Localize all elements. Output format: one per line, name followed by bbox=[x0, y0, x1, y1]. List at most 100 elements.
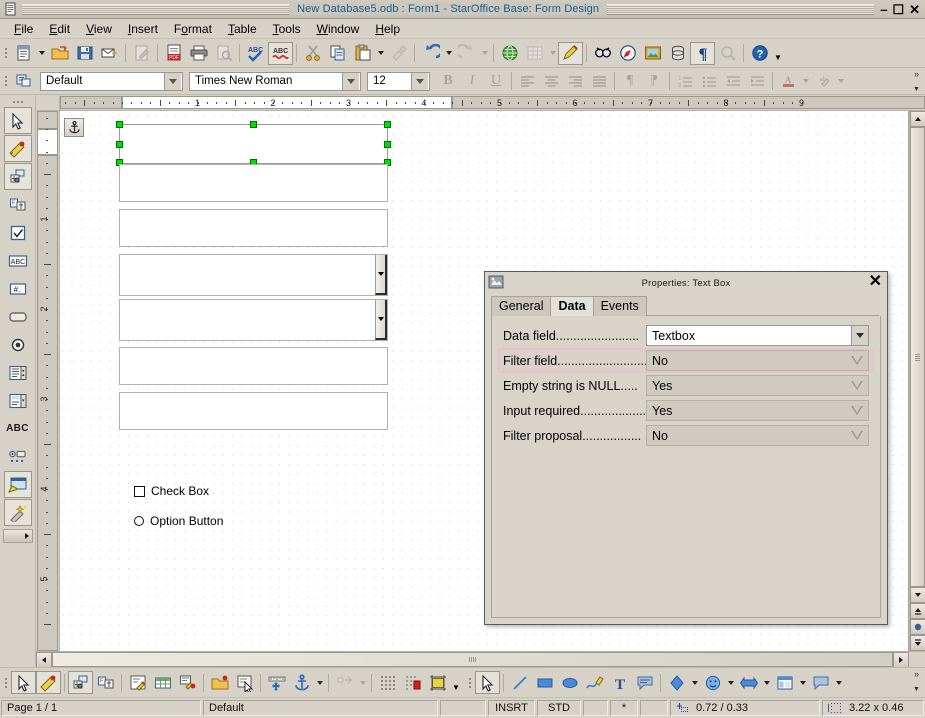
status-insert-mode[interactable]: INSRT bbox=[488, 700, 535, 716]
help-icon[interactable]: ? bbox=[747, 42, 772, 65]
next-page-button[interactable] bbox=[910, 635, 925, 651]
drawing-toolbar-overflow-icon[interactable]: » ▼ bbox=[910, 669, 923, 693]
design-mode-icon[interactable] bbox=[4, 135, 32, 162]
selection-handle[interactable] bbox=[116, 121, 123, 128]
position-size-icon[interactable] bbox=[264, 671, 289, 694]
previous-page-button[interactable] bbox=[910, 603, 925, 619]
font-name-combo[interactable]: Times New Roman bbox=[189, 72, 361, 91]
status-object-size[interactable]: 3.22 x 0.46 bbox=[822, 700, 924, 716]
cut-icon[interactable] bbox=[300, 42, 325, 65]
text-box-control[interactable] bbox=[119, 124, 388, 164]
anchor-icon[interactable] bbox=[64, 118, 84, 137]
save-icon[interactable] bbox=[72, 42, 97, 65]
form-properties-icon[interactable]: F bbox=[93, 671, 118, 694]
anchor-dropdown-icon[interactable] bbox=[314, 671, 325, 694]
copy-icon[interactable] bbox=[325, 42, 350, 65]
control-properties-icon[interactable] bbox=[4, 163, 32, 190]
selection-handle[interactable] bbox=[384, 141, 391, 148]
minimize-button[interactable]: – bbox=[880, 3, 887, 16]
navigator-icon[interactable] bbox=[615, 42, 640, 65]
vertical-ruler[interactable]: 12345 bbox=[36, 111, 60, 651]
status-page[interactable]: Page 1 / 1 bbox=[1, 700, 201, 716]
form-design-toolbar-drag-handle[interactable] bbox=[1, 672, 10, 694]
formatting-toolbar-overflow-icon[interactable]: » ▼ bbox=[910, 69, 923, 93]
callout-shapes-icon[interactable] bbox=[808, 671, 833, 694]
automatic-focus-icon[interactable] bbox=[232, 671, 257, 694]
form-controls-expand-icon[interactable] bbox=[3, 529, 33, 543]
change-anchor-icon[interactable] bbox=[289, 671, 314, 694]
undo-dropdown-icon[interactable] bbox=[443, 42, 454, 65]
basic-shapes-dropdown-icon[interactable] bbox=[689, 671, 700, 694]
wizards-on-off-icon[interactable] bbox=[4, 499, 32, 526]
display-grid-icon[interactable] bbox=[375, 671, 400, 694]
block-arrows-dropdown-icon[interactable] bbox=[761, 671, 772, 694]
select-tool-icon[interactable] bbox=[4, 107, 32, 134]
new-document-icon[interactable] bbox=[11, 42, 36, 65]
block-arrows-icon[interactable] bbox=[736, 671, 761, 694]
menu-item-file[interactable]: File bbox=[6, 20, 41, 38]
export-pdf-icon[interactable]: PDF bbox=[161, 42, 186, 65]
more-controls-icon[interactable] bbox=[4, 443, 32, 470]
undo-icon[interactable] bbox=[418, 42, 443, 65]
status-selection-mode[interactable]: STD bbox=[537, 700, 581, 716]
filter-proposal-listbox[interactable]: No bbox=[646, 425, 869, 446]
numeric-field-control[interactable] bbox=[119, 254, 388, 296]
menu-item-insert[interactable]: Insert bbox=[120, 20, 166, 38]
form-properties-icon[interactable]: F bbox=[4, 191, 32, 218]
menu-item-edit[interactable]: Edit bbox=[41, 20, 78, 38]
label-field-icon[interactable]: ABC bbox=[4, 247, 32, 274]
spelling-icon[interactable]: ABC bbox=[243, 42, 268, 65]
text-box-abc-icon[interactable]: ABC bbox=[4, 415, 32, 442]
check-box-icon[interactable] bbox=[134, 486, 145, 497]
font-name-dropdown-icon[interactable] bbox=[342, 73, 359, 90]
vertical-scroll-track[interactable] bbox=[910, 127, 925, 587]
font-size-combo[interactable]: 12 bbox=[367, 72, 430, 91]
send-email-icon[interactable] bbox=[97, 42, 122, 65]
filter-proposal-dropdown-icon[interactable] bbox=[846, 426, 868, 445]
option-button-control[interactable]: Option Button bbox=[134, 514, 223, 528]
horizontal-ruler[interactable]: 123456789 bbox=[60, 95, 925, 111]
form-controls-drag-handle[interactable] bbox=[7, 97, 29, 106]
symbol-shapes-dropdown-icon[interactable] bbox=[725, 671, 736, 694]
font-size-dropdown-icon[interactable] bbox=[411, 73, 428, 90]
horizontal-scrollbar[interactable] bbox=[36, 651, 925, 667]
freeform-line-icon[interactable] bbox=[582, 671, 607, 694]
spin-down-icon[interactable] bbox=[375, 255, 387, 295]
text-box-control[interactable] bbox=[119, 392, 388, 430]
open-in-design-icon[interactable] bbox=[207, 671, 232, 694]
menu-item-format[interactable]: Format bbox=[166, 20, 220, 38]
helplines-icon[interactable] bbox=[425, 671, 450, 694]
combo-box-icon[interactable] bbox=[4, 387, 32, 414]
ellipse-icon[interactable] bbox=[557, 671, 582, 694]
horizontal-scroll-track[interactable] bbox=[52, 652, 893, 667]
list-box-icon[interactable] bbox=[4, 359, 32, 386]
open-folder-icon[interactable] bbox=[47, 42, 72, 65]
formatting-toolbar-drag-handle[interactable] bbox=[1, 70, 10, 92]
form-design-toolbar-overflow-icon[interactable]: ▼ bbox=[450, 671, 462, 694]
design-mode-toggle-icon[interactable] bbox=[36, 671, 61, 694]
tab-data[interactable]: Data bbox=[550, 296, 593, 316]
new-dropdown-icon[interactable] bbox=[36, 42, 47, 65]
toolbar-overflow-icon[interactable]: ▼ bbox=[772, 42, 784, 65]
text-box-control[interactable] bbox=[119, 347, 388, 385]
flowchart-dropdown-icon[interactable] bbox=[797, 671, 808, 694]
apply-style-icon[interactable] bbox=[11, 70, 36, 93]
selection-handle[interactable] bbox=[250, 121, 257, 128]
menu-item-tools[interactable]: Tools bbox=[265, 20, 309, 38]
maximize-button[interactable]: ☐ bbox=[892, 3, 904, 16]
scroll-down-button[interactable] bbox=[910, 587, 925, 603]
tab-general[interactable]: General bbox=[491, 296, 551, 316]
spin-down-icon[interactable] bbox=[375, 300, 387, 340]
tab-events[interactable]: Events bbox=[593, 296, 647, 316]
filter-field-listbox[interactable]: No bbox=[646, 350, 869, 371]
empty-string-is-null-dropdown-icon[interactable] bbox=[846, 376, 868, 395]
hyperlink-icon[interactable] bbox=[497, 42, 522, 65]
text-box-control[interactable] bbox=[119, 164, 388, 202]
paragraph-style-combo[interactable]: Default bbox=[40, 72, 183, 91]
numeric-field-icon[interactable]: #. bbox=[4, 275, 32, 302]
data-field-dropdown-icon[interactable] bbox=[851, 326, 868, 345]
properties-dialog[interactable]: Properties: Text Box ✕ General Data Even… bbox=[484, 271, 888, 625]
input-required-dropdown-icon[interactable] bbox=[846, 401, 868, 420]
check-box-control[interactable]: Check Box bbox=[134, 484, 209, 498]
scroll-up-button[interactable] bbox=[910, 111, 925, 127]
